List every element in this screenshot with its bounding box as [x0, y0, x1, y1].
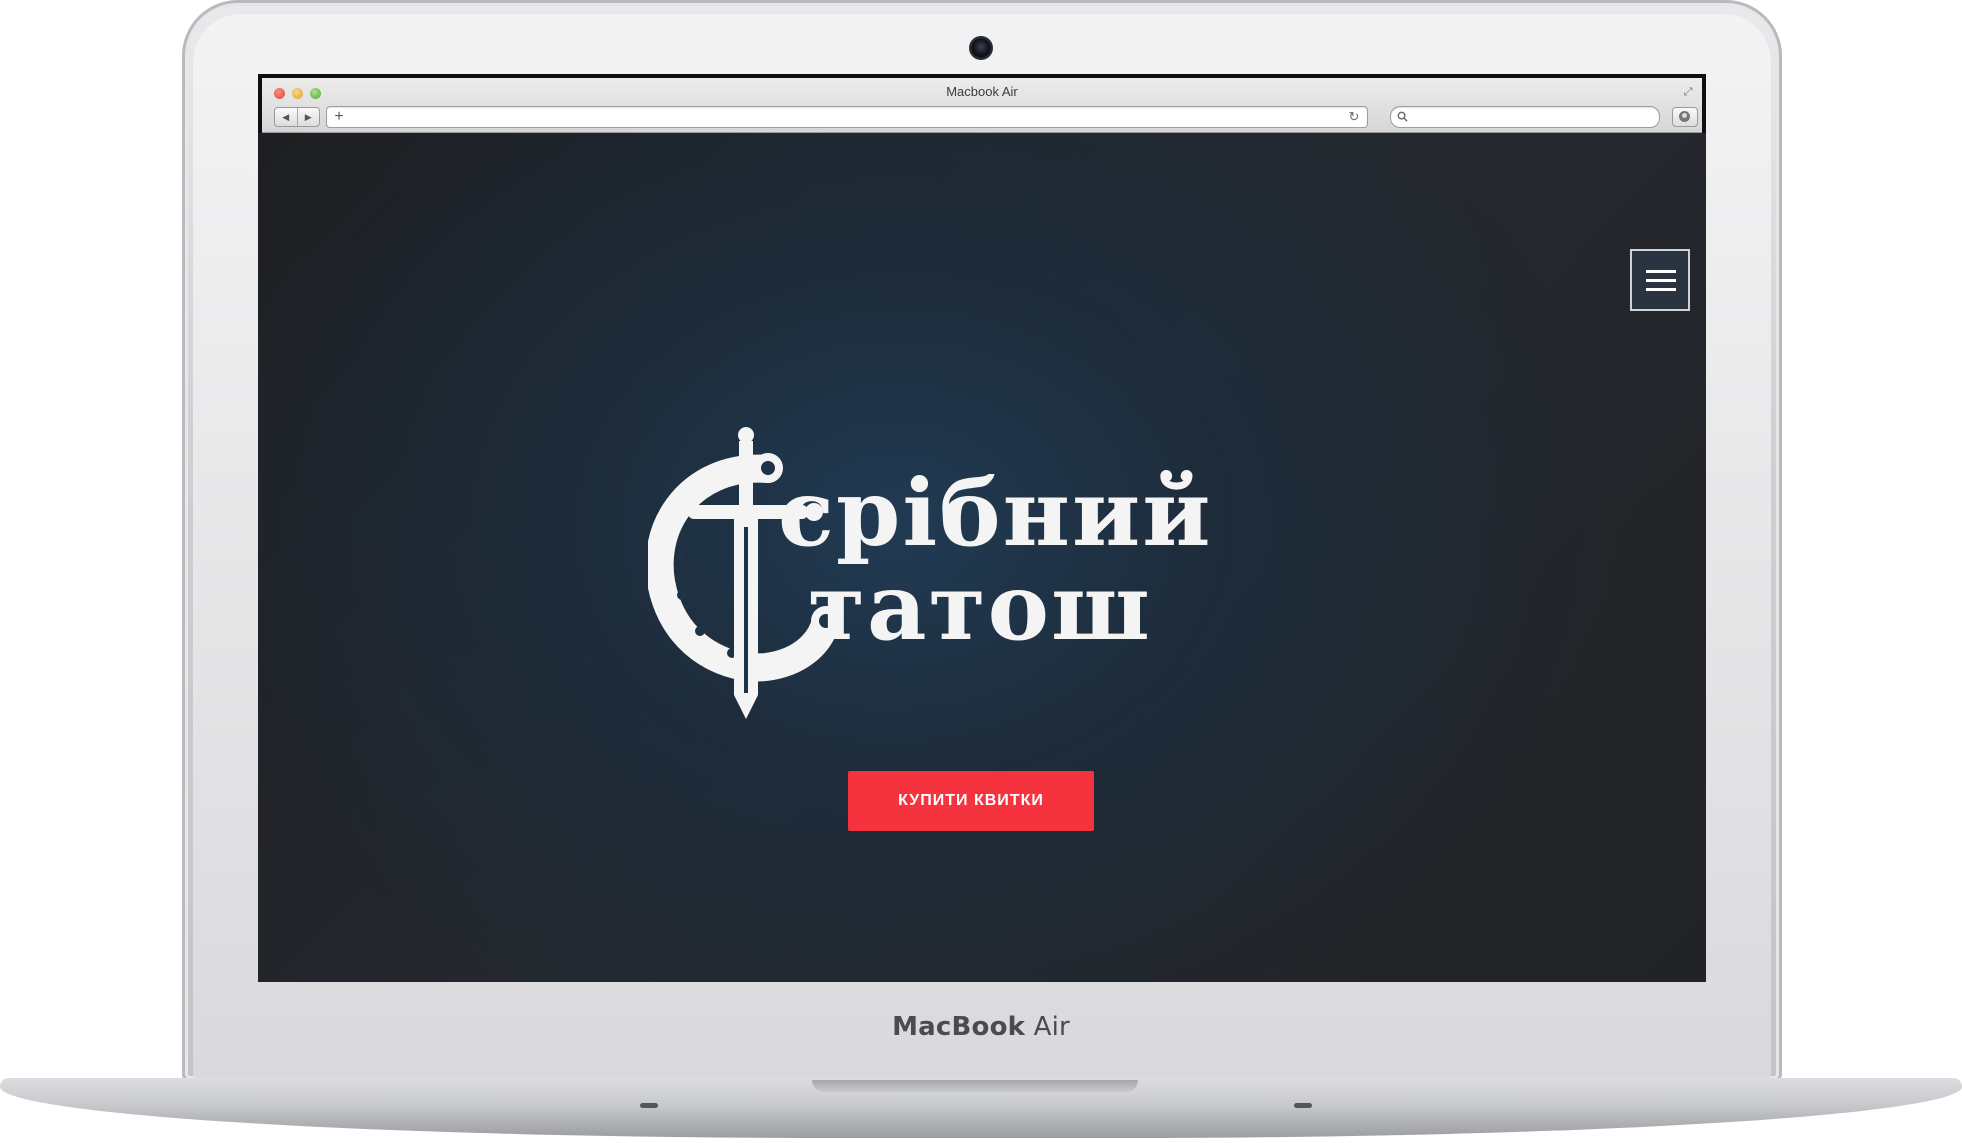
laptop-opening-notch	[812, 1080, 1138, 1092]
laptop-screen: Macbook Air ⤢ ◀ ▶ + ↻ срібний татош КУПИ…	[258, 74, 1706, 982]
logo-line-2: татош	[808, 553, 1152, 661]
hamburger-menu-icon	[1646, 279, 1676, 282]
address-bar: + ↻	[326, 106, 1368, 128]
brand-bold: MacBook	[892, 1012, 1026, 1042]
device-brand-label: MacBook Air	[0, 1012, 1962, 1042]
search-icon	[1397, 111, 1408, 122]
search-input[interactable]	[1417, 109, 1647, 125]
hamburger-menu-icon	[1646, 270, 1676, 273]
nav-buttons: ◀ ▶	[274, 107, 320, 127]
browser-chrome: Macbook Air ⤢ ◀ ▶ + ↻	[262, 78, 1702, 133]
logo-line-1: срібний	[778, 459, 1213, 567]
webcam-icon	[971, 38, 991, 58]
hamburger-menu-icon	[1646, 288, 1676, 291]
buy-tickets-button[interactable]: КУПИТИ КВИТКИ	[848, 771, 1094, 831]
fullscreen-icon[interactable]: ⤢	[1682, 86, 1694, 98]
web-page: срібний татош КУПИТИ КВИТКИ	[258, 133, 1706, 982]
laptop-mockup: Macbook Air ⤢ ◀ ▶ + ↻ срібний татош КУПИ…	[0, 0, 1962, 1143]
laptop-foot	[1294, 1103, 1312, 1108]
laptop-foot	[640, 1103, 658, 1108]
downloads-button[interactable]	[1672, 107, 1698, 127]
site-logo[interactable]: срібний татош	[648, 423, 1368, 723]
plus-icon[interactable]: +	[331, 107, 347, 127]
download-icon	[1679, 111, 1690, 122]
url-input[interactable]	[349, 109, 1329, 125]
forward-icon[interactable]: ▶	[298, 108, 320, 126]
reload-icon[interactable]: ↻	[1347, 107, 1361, 127]
brand-light: Air	[1033, 1012, 1070, 1042]
window-title: Macbook Air	[946, 84, 1018, 99]
hamburger-menu-button[interactable]	[1630, 249, 1690, 311]
back-icon[interactable]: ◀	[275, 108, 298, 126]
search-field	[1390, 106, 1660, 128]
